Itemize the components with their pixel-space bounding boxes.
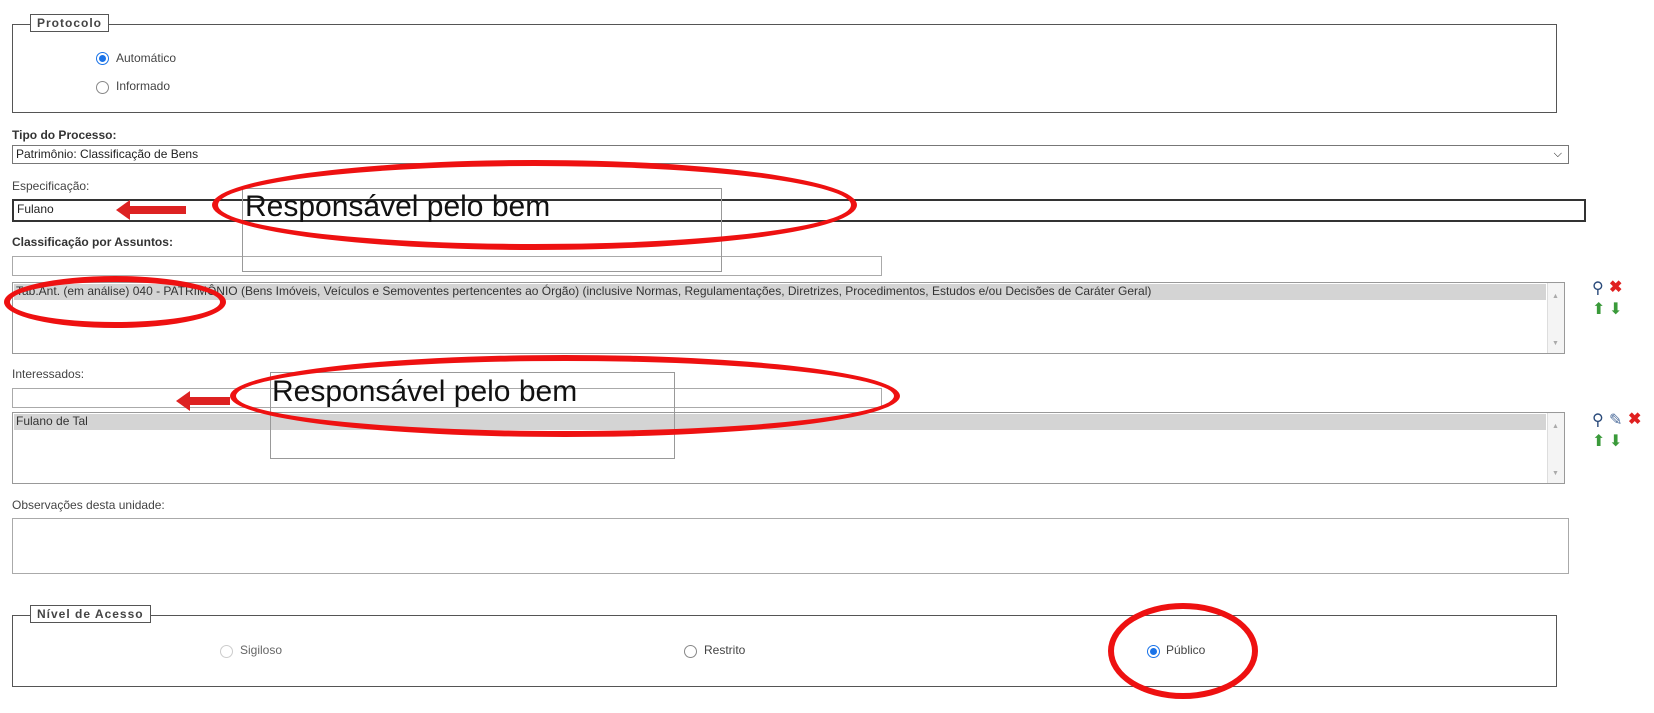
observacoes-textarea[interactable] <box>12 518 1569 574</box>
scroll-up-icon[interactable]: ▲ <box>1552 293 1559 300</box>
radio-informado[interactable] <box>96 81 109 94</box>
tipo-processo-value: Patrimônio: Classificação de Bens <box>16 147 199 161</box>
radio-restrito[interactable] <box>684 645 697 658</box>
interessados-label: Interessados: <box>12 367 85 381</box>
classificacao-listbox[interactable]: Tab.Ant. (em análise) 040 - PATRIMÔNIO (… <box>12 282 1565 354</box>
protocolo-fieldset <box>12 24 1557 113</box>
scroll-down-icon[interactable]: ▼ <box>1552 340 1559 347</box>
remove-icon[interactable]: ✖ <box>1609 280 1622 296</box>
radio-sigiloso[interactable] <box>220 645 233 658</box>
annotation-arrow-interessados <box>176 391 230 411</box>
search-icon[interactable]: ⚲ <box>1592 413 1604 429</box>
annotation-ellipse-interessados <box>230 355 900 437</box>
annotation-ellipse-classificacao <box>4 276 226 328</box>
move-up-icon[interactable]: ⬆ <box>1592 302 1605 318</box>
especificacao-value: Fulano <box>17 202 54 216</box>
chevron-down-icon: ⌵ <box>1553 148 1562 160</box>
annotation-ellipse-especificacao <box>212 160 857 250</box>
nivel-acesso-legend: Nível de Acesso <box>30 605 151 623</box>
search-icon[interactable]: ⚲ <box>1592 281 1604 297</box>
radio-automatico-label[interactable]: Automático <box>116 51 176 65</box>
radio-automatico[interactable] <box>96 52 109 65</box>
observacoes-label: Observações desta unidade: <box>12 498 165 512</box>
move-down-icon[interactable]: ⬇ <box>1609 302 1622 318</box>
remove-icon[interactable]: ✖ <box>1628 412 1641 428</box>
interessados-scrollbar[interactable]: ▲ ▼ <box>1547 413 1564 483</box>
especificacao-label: Especificação: <box>12 179 90 193</box>
annotation-arrow-especificacao <box>116 200 186 220</box>
scroll-up-icon[interactable]: ▲ <box>1552 423 1559 430</box>
annotation-ellipse-publico <box>1108 603 1258 699</box>
radio-sigiloso-label[interactable]: Sigiloso <box>240 643 282 657</box>
move-down-icon[interactable]: ⬇ <box>1609 434 1622 450</box>
classificacao-scrollbar[interactable]: ▲ ▼ <box>1547 283 1564 353</box>
tipo-processo-label: Tipo do Processo: <box>12 128 117 142</box>
classificacao-label: Classificação por Assuntos: <box>12 235 173 249</box>
radio-informado-label[interactable]: Informado <box>116 79 170 93</box>
tipo-processo-select[interactable]: Patrimônio: Classificação de Bens ⌵ <box>12 145 1569 164</box>
edit-icon[interactable]: ✎ <box>1609 413 1622 429</box>
classificacao-selected-item[interactable]: Tab.Ant. (em análise) 040 - PATRIMÔNIO (… <box>14 284 1546 300</box>
protocolo-legend: Protocolo <box>30 14 109 32</box>
scroll-down-icon[interactable]: ▼ <box>1552 470 1559 477</box>
move-up-icon[interactable]: ⬆ <box>1592 434 1605 450</box>
radio-restrito-label[interactable]: Restrito <box>704 643 745 657</box>
